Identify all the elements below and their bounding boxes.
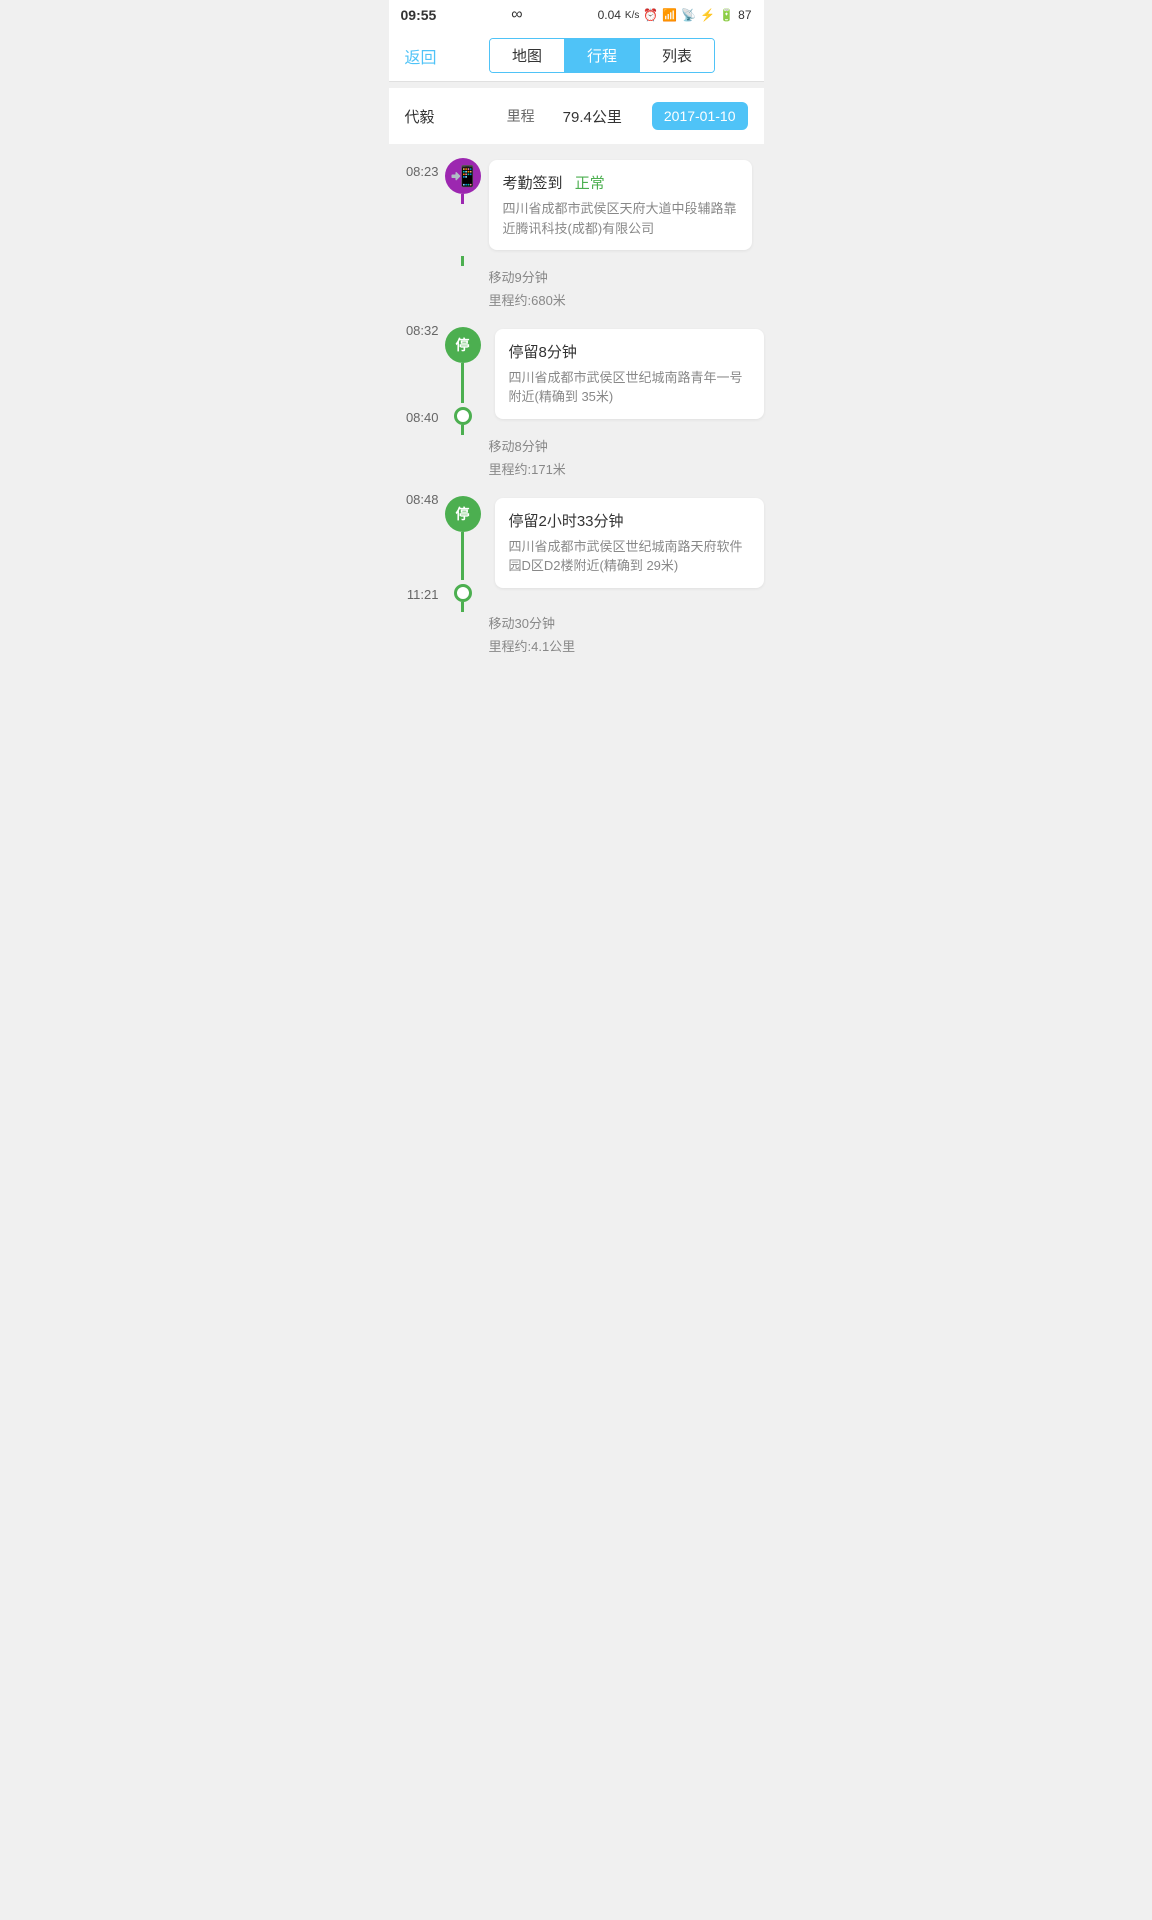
stop-block-2: 08:32 08:40 停 停留8分钟 四川省成都市武侯区世纪城南路青年一号附近…	[389, 323, 764, 425]
stop-inner-3: 08:48 11:21 停 停留2小时33分钟 四川省成都市武侯区世纪城南路天府…	[389, 492, 764, 602]
status-right: 0.04 K/s ⏰ 📶 📡 ⚡ 🔋 87	[598, 8, 752, 22]
stop-line-col-3: 停	[443, 492, 483, 602]
battery-level: 87	[738, 8, 751, 22]
timeline: 08:23 📲 考勤签到 正常 四川省成都市武侯区天府大道中段辅路靠近腾讯科技(…	[389, 144, 764, 688]
tab-itinerary[interactable]: 行程	[565, 39, 640, 72]
stop-card-col-3: 停留2小时33分钟 四川省成都市武侯区世纪城南路天府软件园D区D2楼附近(精确到…	[483, 492, 764, 602]
tab-group: 地图 行程 列表	[489, 38, 715, 73]
movement-mileage-3: 里程约:4.1公里	[489, 635, 752, 658]
small-circle-2	[454, 407, 472, 425]
movement-line-green-1	[461, 256, 464, 266]
info-bar: 代毅 里程 79.4公里 2017-01-10	[389, 88, 764, 144]
top-nav: 返回 地图 行程 列表	[389, 30, 764, 82]
stop-line-3	[461, 532, 464, 580]
movement-line-green-2	[461, 425, 464, 435]
tab-list[interactable]: 列表	[640, 39, 714, 72]
time-end-3: 11:21	[389, 587, 439, 602]
status-normal-1: 正常	[575, 175, 605, 192]
stop-times-2: 08:32 08:40	[389, 323, 443, 425]
fingerprint-icon: 📲	[445, 158, 481, 194]
stop-inner-2: 08:32 08:40 停 停留8分钟 四川省成都市武侯区世纪城南路青年一号附近…	[389, 323, 764, 425]
card-3: 停留2小时33分钟 四川省成都市武侯区世纪城南路天府软件园D区D2楼附近(精确到…	[495, 498, 764, 588]
time-start-3: 08:48	[389, 492, 439, 507]
card-title-2: 停留8分钟	[509, 341, 750, 362]
movement-content-3: 移动30分钟 里程约:4.1公里	[483, 602, 752, 669]
movement-duration-3: 移动30分钟	[489, 612, 752, 635]
movement-content-1: 移动9分钟 里程约:680米	[483, 256, 752, 323]
movement-duration-2: 移动8分钟	[489, 435, 752, 458]
movement-2: 移动8分钟 里程约:171米	[389, 425, 764, 492]
movement-line-col-1	[443, 256, 483, 266]
stop-icon-3: 停	[445, 496, 481, 532]
clock-icon: ⏰	[643, 8, 658, 22]
card-address-1: 四川省成都市武侯区天府大道中段辅路靠近腾讯科技(成都)有限公司	[503, 199, 738, 238]
card-1: 考勤签到 正常 四川省成都市武侯区天府大道中段辅路靠近腾讯科技(成都)有限公司	[489, 160, 752, 250]
status-infinity: ∞	[511, 6, 522, 24]
user-name: 代毅	[405, 106, 435, 127]
stop-times-3: 08:48 11:21	[389, 492, 443, 602]
time-start-2: 08:32	[389, 323, 439, 338]
small-circle-3	[454, 584, 472, 602]
tab-map[interactable]: 地图	[490, 39, 565, 72]
battery-icon: 🔋	[719, 8, 734, 22]
line-purple-1	[461, 194, 464, 204]
stop-line-2	[461, 363, 464, 403]
time-end-2: 08:40	[389, 410, 439, 425]
mileage-value: 79.4公里	[563, 106, 622, 127]
movement-content-2: 移动8分钟 里程约:171米	[483, 425, 752, 492]
movement-mileage-1: 里程约:680米	[489, 289, 752, 312]
card-2: 停留8分钟 四川省成都市武侯区世纪城南路青年一号附近(精确到 35米)	[495, 329, 764, 419]
mileage-label: 里程	[507, 106, 535, 126]
card-title-3: 停留2小时33分钟	[509, 510, 750, 531]
card-address-3: 四川省成都市武侯区世纪城南路天府软件园D区D2楼附近(精确到 29米)	[509, 537, 750, 576]
movement-3: 移动30分钟 里程约:4.1公里	[389, 602, 764, 669]
movement-line-green-3	[461, 602, 464, 612]
movement-mileage-2: 里程约:171米	[489, 458, 752, 481]
lightning-icon: ⚡	[700, 8, 715, 22]
movement-line-col-3	[443, 602, 483, 612]
card-title-1: 考勤签到 正常	[503, 172, 738, 193]
status-speed-unit: K/s	[625, 10, 639, 21]
stop-line-col-2: 停	[443, 323, 483, 425]
status-speed: 0.04	[598, 8, 621, 22]
movement-line-col-2	[443, 425, 483, 435]
date-badge: 2017-01-10	[652, 102, 748, 130]
movement-1: 移动9分钟 里程约:680米	[389, 256, 764, 323]
movement-duration-1: 移动9分钟	[489, 266, 752, 289]
timeline-entry-1: 08:23 📲 考勤签到 正常 四川省成都市武侯区天府大道中段辅路靠近腾讯科技(…	[389, 154, 764, 256]
stop-card-col-2: 停留8分钟 四川省成都市武侯区世纪城南路青年一号附近(精确到 35米)	[483, 323, 764, 425]
card-address-2: 四川省成都市武侯区世纪城南路青年一号附近(精确到 35米)	[509, 368, 750, 407]
time-start-1: 08:23	[389, 154, 443, 179]
stop-block-3: 08:48 11:21 停 停留2小时33分钟 四川省成都市武侯区世纪城南路天府…	[389, 492, 764, 602]
back-button[interactable]: 返回	[405, 44, 437, 68]
status-time: 09:55	[401, 7, 437, 23]
signal-icon: 📡	[681, 8, 696, 22]
stop-icon-2: 停	[445, 327, 481, 363]
line-col-1: 📲	[443, 154, 483, 204]
status-bar: 09:55 ∞ 0.04 K/s ⏰ 📶 📡 ⚡ 🔋 87	[389, 0, 764, 30]
wifi-icon: 📶	[662, 8, 677, 22]
